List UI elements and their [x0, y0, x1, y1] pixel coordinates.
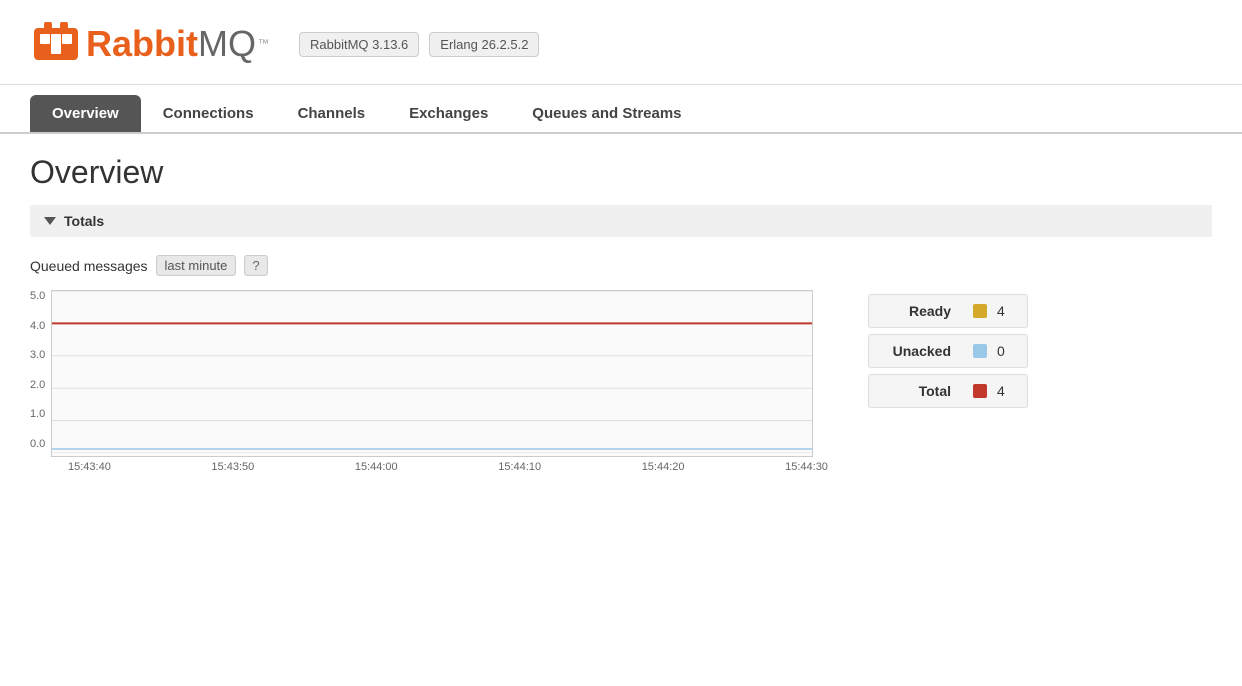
header: RabbitMQ™ RabbitMQ 3.13.6 Erlang 26.2.5.…	[0, 0, 1242, 85]
tab-queues[interactable]: Queues and Streams	[510, 95, 703, 132]
rabbitmq-logo-icon	[30, 18, 82, 70]
y-axis-label-5: 5.0	[30, 290, 45, 302]
logo-mq: MQ	[198, 23, 256, 65]
y-axis-label-1: 1.0	[30, 408, 45, 420]
tab-exchanges[interactable]: Exchanges	[387, 95, 510, 132]
y-axis-label-3: 3.0	[30, 349, 45, 361]
legend-total-color	[973, 384, 987, 398]
chart-label-row: Queued messages last minute ?	[30, 255, 1212, 276]
chart-svg	[52, 291, 812, 453]
erlang-badge: Erlang 26.2.5.2	[429, 32, 539, 57]
totals-arrow-icon	[44, 217, 56, 225]
legend-ready-color	[973, 304, 987, 318]
x-axis-label-1: 15:43:50	[211, 461, 254, 473]
chart-legend: Ready 4 Unacked 0 Total 4	[868, 294, 1028, 408]
logo-rabbit: Rabbit	[86, 23, 198, 65]
legend-unacked-value: 0	[997, 343, 1013, 359]
x-axis-label-3: 15:44:10	[498, 461, 541, 473]
tab-connections[interactable]: Connections	[141, 95, 276, 132]
y-axis-label-2: 2.0	[30, 379, 45, 391]
logo: RabbitMQ™	[30, 18, 269, 70]
tab-channels[interactable]: Channels	[276, 95, 388, 132]
page-content: Overview Totals Queued messages last min…	[0, 134, 1242, 493]
version-badge: RabbitMQ 3.13.6	[299, 32, 419, 57]
legend-item-ready: Ready 4	[868, 294, 1028, 328]
x-axis-label-0: 15:43:40	[68, 461, 111, 473]
chart-container: 5.0 4.0 3.0 2.0 1.0 0.0	[30, 290, 828, 473]
y-axis-label-4: 4.0	[30, 320, 45, 332]
time-range-badge[interactable]: last minute	[156, 255, 237, 276]
x-axis-label-5: 15:44:30	[785, 461, 828, 473]
legend-unacked-color	[973, 344, 987, 358]
totals-section-header[interactable]: Totals	[30, 205, 1212, 237]
totals-label: Totals	[64, 213, 104, 229]
legend-ready-label: Ready	[883, 303, 963, 319]
legend-ready-value: 4	[997, 303, 1013, 319]
x-axis-label-4: 15:44:20	[642, 461, 685, 473]
legend-total-value: 4	[997, 383, 1013, 399]
legend-total-label: Total	[883, 383, 963, 399]
help-badge[interactable]: ?	[244, 255, 267, 276]
logo-tm: ™	[258, 38, 269, 50]
nav: Overview Connections Channels Exchanges …	[0, 95, 1242, 134]
legend-unacked-label: Unacked	[883, 343, 963, 359]
tab-overview[interactable]: Overview	[30, 95, 141, 132]
legend-item-total: Total 4	[868, 374, 1028, 408]
chart-row: 5.0 4.0 3.0 2.0 1.0 0.0	[30, 290, 1212, 473]
page-title: Overview	[30, 154, 1212, 191]
x-axis-label-2: 15:44:00	[355, 461, 398, 473]
chart-svg-wrap	[51, 290, 813, 457]
chart-title: Queued messages	[30, 258, 148, 274]
y-axis-label-0: 0.0	[30, 438, 45, 450]
legend-item-unacked: Unacked 0	[868, 334, 1028, 368]
